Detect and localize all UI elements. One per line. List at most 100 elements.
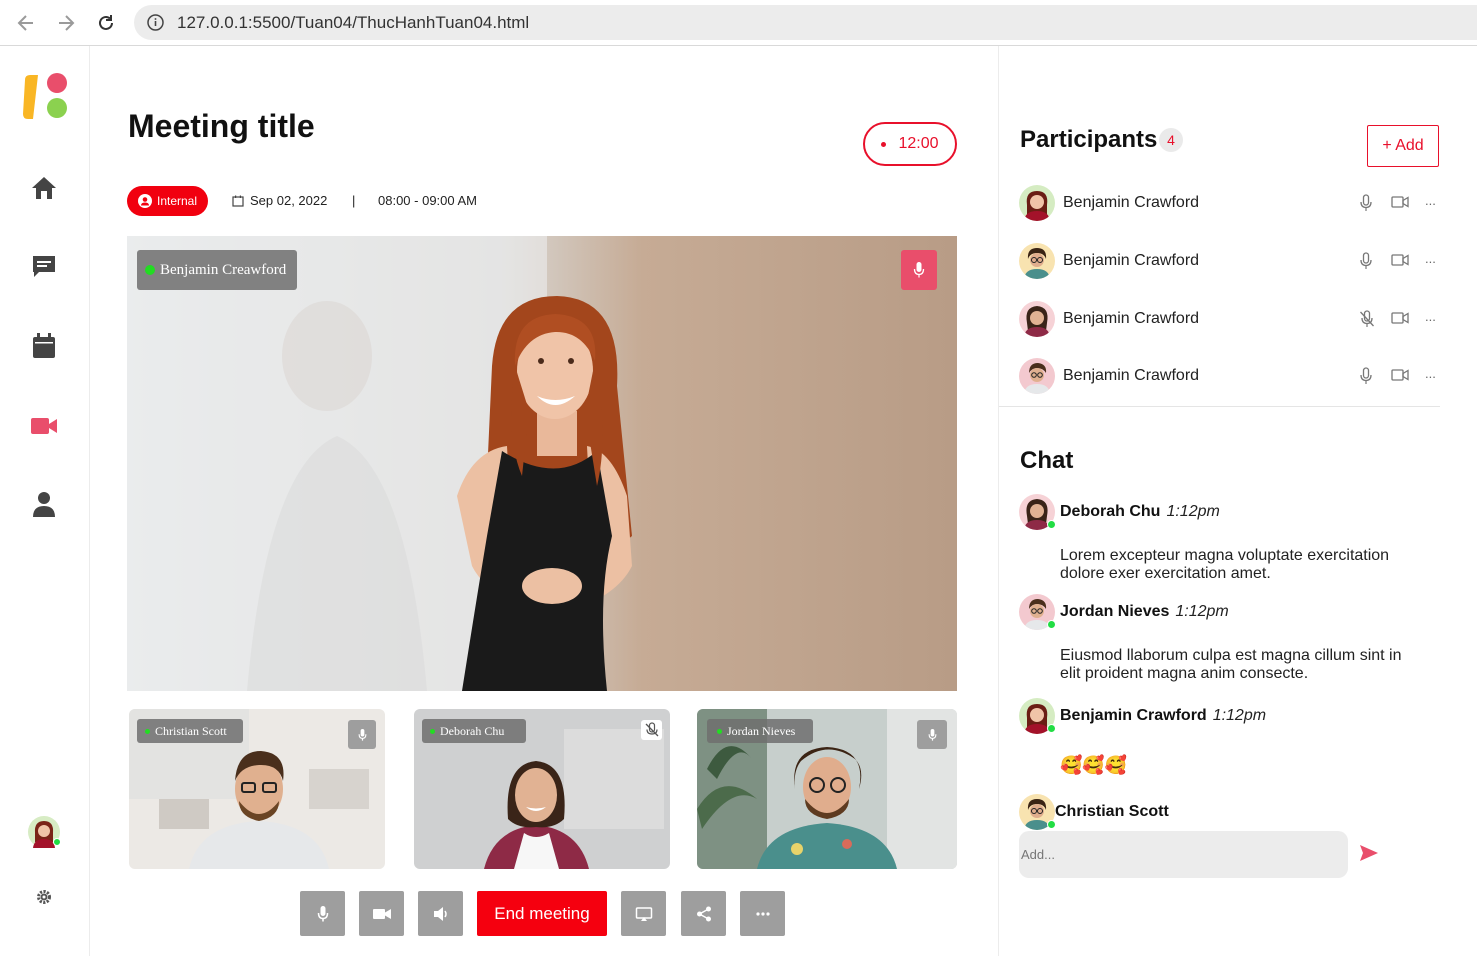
- mic-icon[interactable]: [1359, 252, 1373, 275]
- avatar: [1019, 698, 1056, 734]
- avatar: [1019, 494, 1056, 530]
- thumbnail-video[interactable]: Jordan Nieves: [697, 709, 957, 869]
- participant-row[interactable]: Benjamin Crawford ...: [1019, 299, 1439, 339]
- badge-label: Internal: [156, 194, 198, 208]
- camera-icon: [372, 908, 391, 919]
- participant-row[interactable]: Benjamin Crawford ...: [1019, 356, 1439, 396]
- speaker-icon: [433, 906, 447, 921]
- online-indicator: [53, 838, 61, 846]
- back-arrow-icon[interactable]: [13, 10, 39, 36]
- reload-icon[interactable]: [93, 10, 119, 36]
- thumbnail-name-tag: Deborah Chu: [422, 719, 526, 743]
- avatar: [1019, 594, 1056, 630]
- avatar: [1019, 358, 1055, 394]
- video-icon[interactable]: [30, 412, 58, 440]
- user-icon[interactable]: [30, 490, 58, 518]
- camera-icon[interactable]: [1391, 195, 1409, 214]
- camera-icon[interactable]: [1391, 253, 1409, 272]
- calendar-small-icon: [232, 195, 244, 207]
- chat-message-header: Jordan Nieves 1:12pm: [1019, 593, 1229, 631]
- meeting-date: Sep 02, 2022: [232, 193, 327, 208]
- online-indicator: [1047, 520, 1056, 529]
- end-meeting-button[interactable]: End meeting: [477, 891, 607, 936]
- home-icon[interactable]: [30, 174, 58, 202]
- message-author: Benjamin Crawford: [1060, 707, 1207, 724]
- camera-button[interactable]: [359, 891, 404, 936]
- mic-button[interactable]: [300, 891, 345, 936]
- message-text: Lorem excepteur magna voluptate exercita…: [1060, 547, 1390, 582]
- status-badge: Internal: [127, 186, 208, 216]
- message-emoji: 🥰🥰🥰: [1060, 755, 1128, 775]
- user-circle-icon: [137, 194, 152, 208]
- chat-input[interactable]: [1019, 831, 1348, 878]
- thumbnail-name: Deborah Chu: [440, 723, 505, 738]
- forward-arrow-icon[interactable]: [53, 10, 79, 36]
- participant-row[interactable]: Benjamin Crawford ...: [1019, 183, 1439, 223]
- send-icon[interactable]: [1359, 844, 1379, 867]
- participant-row[interactable]: Benjamin Crawford ...: [1019, 241, 1439, 281]
- message-author: Jordan Nieves: [1060, 603, 1170, 620]
- more-options-icon[interactable]: ...: [1425, 251, 1436, 266]
- address-bar[interactable]: 127.0.0.1:5500/Tuan04/ThucHanhTuan04.htm…: [134, 5, 1477, 40]
- mic-off-icon[interactable]: [1359, 310, 1375, 333]
- meeting-title: Meeting title: [128, 108, 315, 144]
- participant-name: Benjamin Crawford: [1063, 194, 1200, 211]
- online-indicator: [717, 728, 722, 734]
- add-participant-button[interactable]: + Add: [1367, 125, 1439, 167]
- online-indicator: [430, 728, 435, 734]
- message-time: 1:12pm: [1212, 707, 1267, 724]
- camera-icon[interactable]: [1391, 368, 1409, 387]
- chat-message-header: Christian Scott: [1019, 793, 1169, 831]
- right-panel: Participants 4 + Add Benjamin Crawford .…: [998, 46, 1477, 956]
- more-icon: [755, 911, 770, 916]
- main-video-name-tag: Benjamin Creawford: [137, 250, 297, 290]
- share-button[interactable]: [681, 891, 726, 936]
- mic-icon[interactable]: [1359, 194, 1373, 217]
- message-author: Christian Scott: [1055, 803, 1169, 820]
- thumbnail-mic-button[interactable]: [348, 720, 376, 749]
- browser-toolbar: 127.0.0.1:5500/Tuan04/ThucHanhTuan04.htm…: [0, 0, 1477, 46]
- thumbnail-mic-button[interactable]: [917, 720, 947, 749]
- online-indicator: [1047, 820, 1056, 829]
- chat-message-header: Deborah Chu 1:12pm: [1019, 493, 1220, 531]
- online-indicator: [145, 728, 150, 734]
- calendar-icon[interactable]: [30, 332, 58, 360]
- main-video-feed[interactable]: Benjamin Creawford: [127, 236, 957, 691]
- speaker-button[interactable]: [418, 891, 463, 936]
- section-divider: [999, 406, 1440, 407]
- app-logo-icon[interactable]: [21, 72, 69, 122]
- info-icon[interactable]: [147, 14, 164, 36]
- meeting-time: 08:00 - 09:00 AM: [378, 193, 478, 208]
- thumbnail-video[interactable]: Christian Scott: [129, 709, 385, 869]
- settings-icon[interactable]: [30, 883, 58, 911]
- avatar[interactable]: [28, 816, 61, 848]
- meeting-controls: End meeting: [90, 891, 998, 936]
- url-text: 127.0.0.1:5500/Tuan04/ThucHanhTuan04.htm…: [177, 13, 530, 32]
- online-indicator: [1047, 724, 1056, 733]
- chat-title: Chat: [1020, 447, 1074, 474]
- date-text: Sep 02, 2022: [250, 193, 328, 208]
- mic-icon: [317, 905, 328, 921]
- meeting-timer: 12:00: [863, 122, 957, 166]
- sidebar: [0, 46, 90, 956]
- more-options-icon[interactable]: ...: [1425, 309, 1436, 324]
- screen-share-button[interactable]: [621, 891, 666, 936]
- thumbnail-mic-off-button[interactable]: [641, 720, 662, 740]
- thumbnail-video[interactable]: Deborah Chu: [414, 709, 670, 869]
- thumbnail-name-tag: Jordan Nieves: [707, 719, 813, 743]
- more-options-icon[interactable]: ...: [1425, 366, 1436, 381]
- participant-name: Benjamin Crawford: [1063, 310, 1200, 327]
- more-button[interactable]: [740, 891, 785, 936]
- chat-message-header: Benjamin Crawford 1:12pm: [1019, 697, 1266, 735]
- mic-icon[interactable]: [1359, 367, 1373, 390]
- avatar: [1019, 185, 1055, 221]
- chat-icon[interactable]: [30, 252, 58, 280]
- main-content: Meeting title 12:00 Internal Sep 02, 202…: [90, 46, 998, 956]
- main-video-mic-button[interactable]: [901, 250, 937, 290]
- more-options-icon[interactable]: ...: [1425, 193, 1436, 208]
- online-indicator: [145, 265, 155, 275]
- message-author: Deborah Chu: [1060, 503, 1161, 520]
- camera-icon[interactable]: [1391, 311, 1409, 330]
- meta-separator: |: [352, 193, 356, 208]
- avatar: [1019, 794, 1056, 830]
